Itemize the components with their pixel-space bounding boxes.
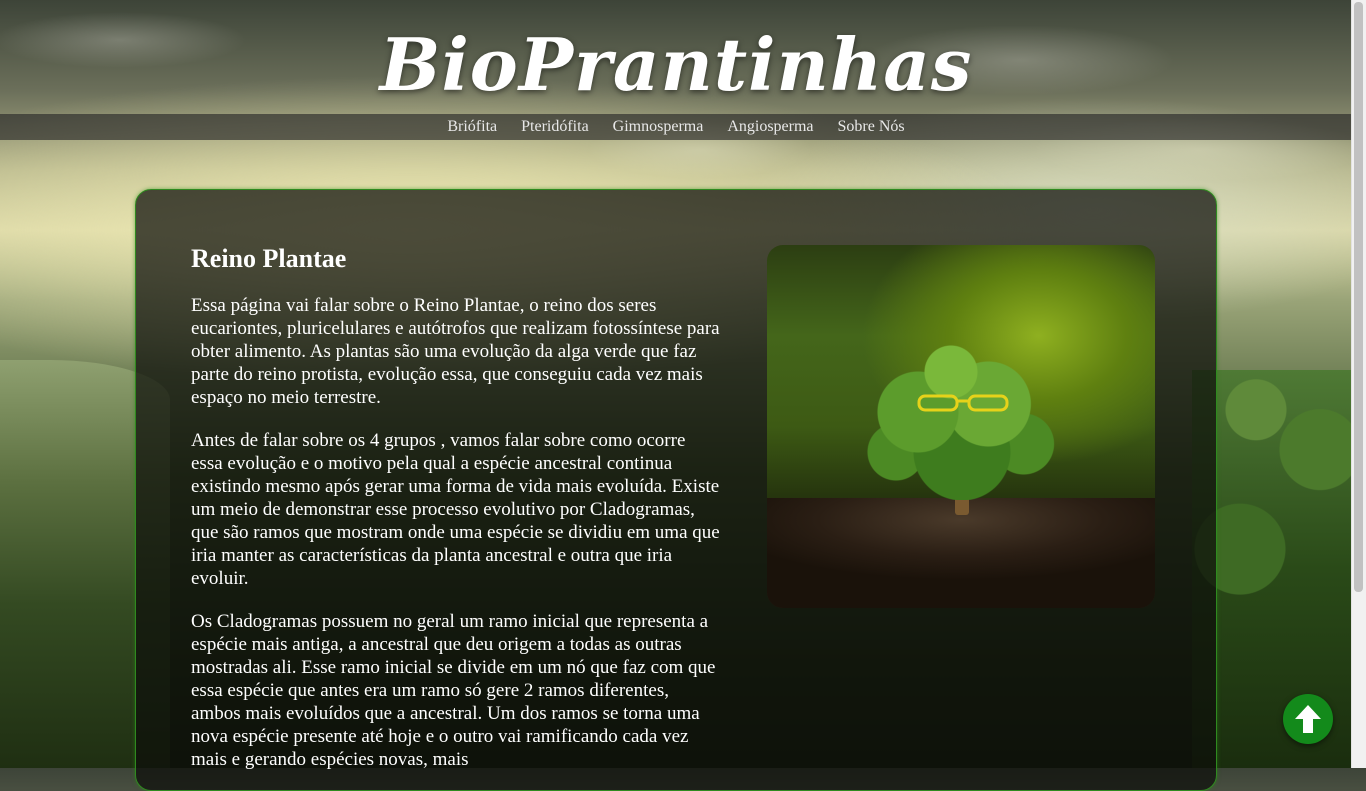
site-title[interactable]: BioPrantinhas: [0, 22, 1352, 107]
arrow-up-icon: [1295, 705, 1321, 733]
article-paragraph: Os Cladogramas possuem no geral um ramo …: [191, 611, 716, 770]
tree-canopy-shape: [852, 340, 1072, 500]
article: Reino Plantae Essa página vai falar sobr…: [191, 244, 721, 791]
nav-item-pteridofita[interactable]: Pteridófita: [509, 118, 601, 136]
article-paragraph: Antes de falar sobre os 4 grupos , vamos…: [191, 430, 720, 589]
back-to-top-button[interactable]: [1283, 694, 1333, 744]
nav-item-angiosperma[interactable]: Angiosperma: [715, 118, 825, 136]
article-paragraph: Essa página vai falar sobre o Reino Plan…: [191, 295, 720, 408]
glasses-shape: [917, 394, 1009, 412]
article-heading: Reino Plantae: [191, 244, 347, 273]
page-scrollbar[interactable]: [1351, 0, 1366, 768]
content-card: Reino Plantae Essa página vai falar sobr…: [135, 189, 1217, 791]
nav-item-gimnosperma[interactable]: Gimnosperma: [601, 118, 716, 136]
main-nav: Briófita Pteridófita Gimnosperma Angiosp…: [0, 114, 1352, 140]
nav-item-sobre-nos[interactable]: Sobre Nós: [826, 118, 917, 136]
plant-image: [767, 245, 1155, 608]
nav-item-briofita[interactable]: Briófita: [435, 118, 509, 136]
scrollbar-thumb[interactable]: [1354, 2, 1363, 592]
